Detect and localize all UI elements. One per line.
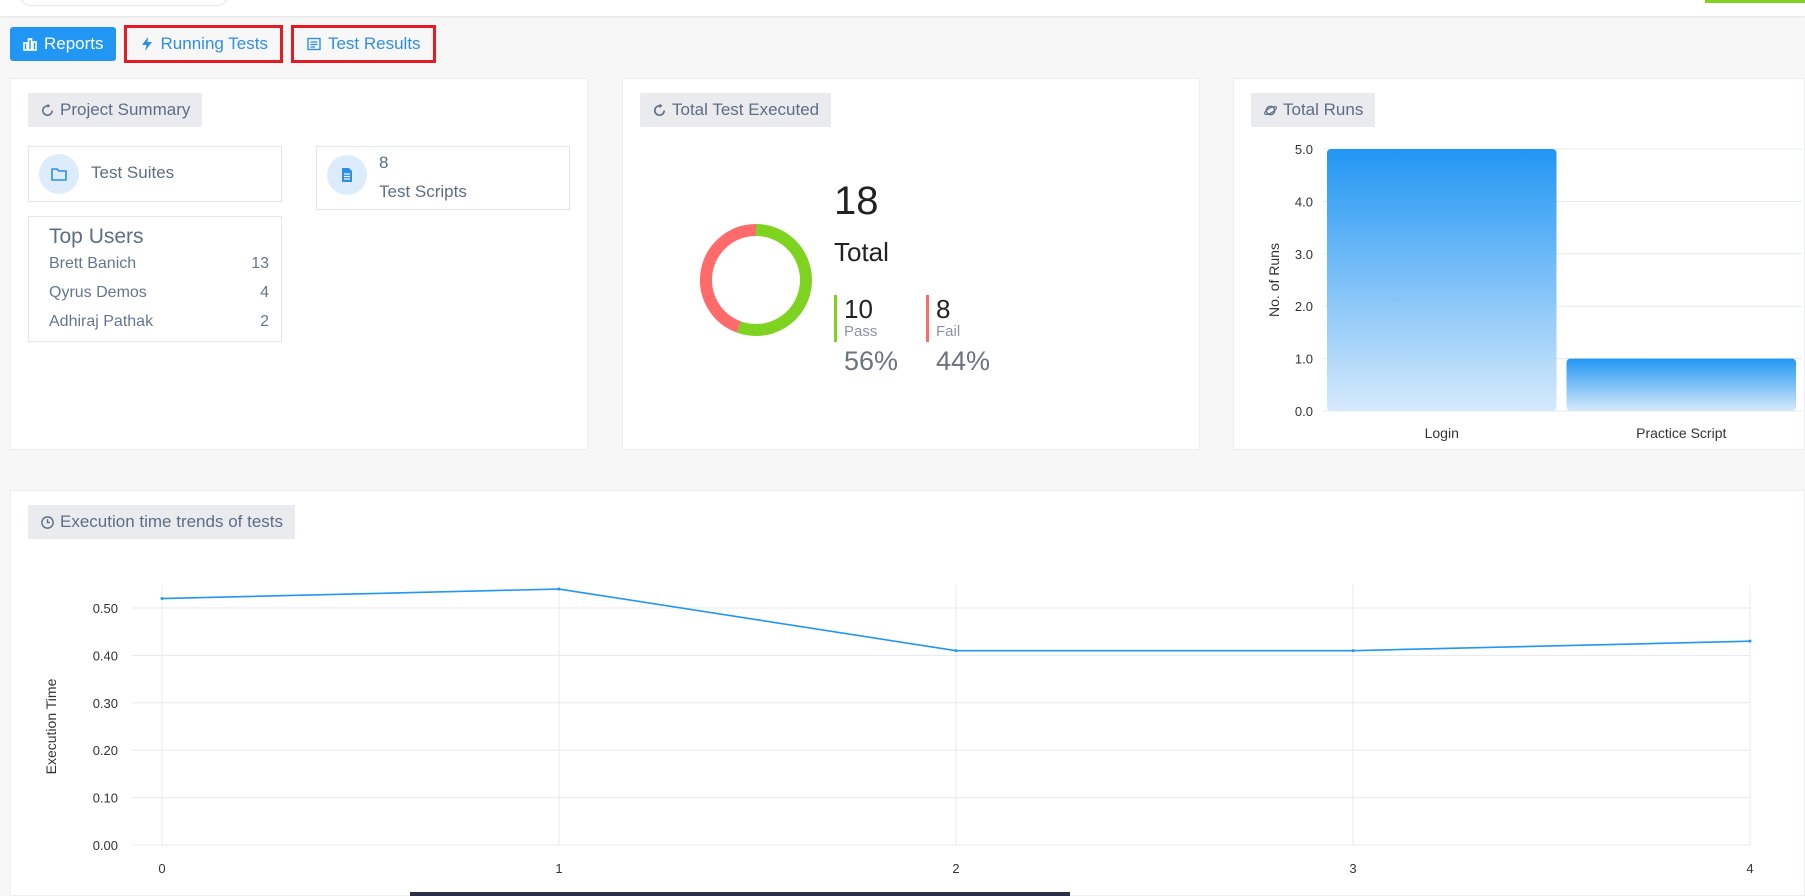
data-point — [954, 649, 958, 653]
data-point — [1748, 639, 1752, 643]
bolt-icon — [141, 37, 152, 51]
total-test-executed-card: Total Test Executed 18 Total 10 Pass 56%… — [622, 78, 1200, 450]
y-tick-label: 1.0 — [1295, 352, 1313, 367]
fail-stat: 8 Fail 44% — [926, 295, 990, 377]
refresh-settings-icon — [42, 103, 53, 116]
y-tick-label: 0.10 — [93, 791, 118, 806]
total-test-executed-title: Total Test Executed — [640, 93, 832, 127]
bar-practice-script — [1566, 358, 1796, 411]
bar-chart-icon — [23, 38, 37, 51]
tab-reports-label: Reports — [44, 34, 104, 53]
top-users-title: Top Users — [49, 225, 144, 248]
test-suites-label: Test Suites — [91, 163, 175, 182]
top-users-panel: Top Users Brett Banich 13 Qyrus Demos 4 Ad… — [28, 216, 282, 342]
y-axis-label: No. of Runs — [1266, 243, 1282, 317]
pass-fail-donut-chart — [700, 224, 812, 336]
tab-test-results[interactable]: Test Results — [290, 25, 436, 63]
list-item[interactable]: Qyrus Demos 4 — [29, 278, 281, 307]
test-suites-tile[interactable]: Test Suites — [28, 146, 282, 202]
orbit-icon — [1263, 105, 1278, 115]
execution-trends-title: Execution time trends of tests — [28, 505, 295, 539]
donut-slice-pass — [736, 224, 812, 336]
total-runs-title: Total Runs — [1251, 93, 1376, 127]
y-tick-label: 2.0 — [1295, 299, 1313, 314]
y-tick-label: 0.00 — [93, 838, 118, 853]
x-tick-label: 3 — [1349, 861, 1356, 876]
top-accent-bar — [1705, 0, 1805, 3]
total-count: 18 — [834, 179, 879, 223]
y-tick-label: 0.0 — [1295, 404, 1313, 419]
x-tick-label: Practice Script — [1636, 425, 1726, 441]
document-icon — [307, 37, 321, 51]
x-tick-label: 4 — [1746, 861, 1753, 876]
test-scripts-tile[interactable]: 8 Test Scripts — [316, 146, 570, 210]
y-tick-label: 0.50 — [93, 601, 118, 616]
report-tabs: Reports Running Tests Test Results — [10, 22, 436, 66]
y-tick-label: 3.0 — [1295, 247, 1313, 262]
y-tick-label: 0.40 — [93, 648, 118, 663]
data-point — [557, 587, 561, 591]
list-item[interactable]: Brett Banich 13 — [29, 249, 281, 278]
x-tick-label: Login — [1425, 425, 1459, 441]
y-axis-label: Execution Time — [43, 678, 59, 774]
bar-login — [1327, 149, 1557, 411]
total-runs-card: Total Runs 0.0 1.0 2.0 3.0 4.0 5.0 Login Practi… — [1233, 78, 1805, 450]
project-summary-card: Project Summary Test Suites 8 Test Scrip… — [10, 78, 588, 450]
total-runs-bar-chart: 0.01.02.03.04.05.0LoginPractice ScriptTe… — [1266, 142, 1802, 441]
pass-stat: 10 Pass 56% — [834, 295, 898, 377]
y-tick-label: 0.20 — [93, 743, 118, 758]
tab-running-tests-label: Running Tests — [160, 34, 268, 53]
tab-test-results-label: Test Results — [327, 34, 421, 53]
x-tick-label: 1 — [555, 861, 562, 876]
top-bar — [0, 0, 1805, 16]
y-tick-label: 4.0 — [1295, 194, 1313, 209]
script-icon-badge — [327, 155, 367, 195]
refresh-icon — [654, 102, 666, 116]
pass-bar — [834, 295, 837, 342]
folder-icon-badge — [39, 154, 79, 194]
execution-time-line-chart: 0.00 0.10 0.20 0.30 0.40 0.50 0 1 2 3 4 Execution T… — [43, 585, 1754, 876]
folder-icon — [51, 168, 67, 181]
tab-running-tests[interactable]: Running Tests — [123, 25, 283, 63]
execution-trends-card: Execution time trends of tests 0.00 0.10 0… — [10, 490, 1805, 896]
test-scripts-label: Test Scripts — [379, 182, 467, 201]
total-label: Total — [834, 237, 889, 267]
bottom-scroll-indicator[interactable] — [410, 892, 1070, 896]
y-tick-label: 0.30 — [93, 696, 118, 711]
top-search-pill[interactable] — [18, 0, 230, 6]
project-summary-title: Project Summary — [28, 93, 203, 127]
data-point — [160, 597, 164, 601]
clock-icon — [41, 515, 54, 529]
file-text-icon — [342, 168, 352, 182]
x-tick-label: 0 — [158, 861, 165, 876]
list-item[interactable]: Adhiraj Pathak 2 — [29, 307, 281, 336]
tab-reports[interactable]: Reports — [10, 27, 116, 61]
test-scripts-count: 8 — [379, 153, 389, 172]
x-tick-label: 2 — [952, 861, 959, 876]
y-tick-label: 5.0 — [1295, 142, 1313, 157]
data-point — [1351, 649, 1355, 653]
fail-bar — [926, 295, 929, 342]
donut-slice-fail — [700, 224, 757, 333]
